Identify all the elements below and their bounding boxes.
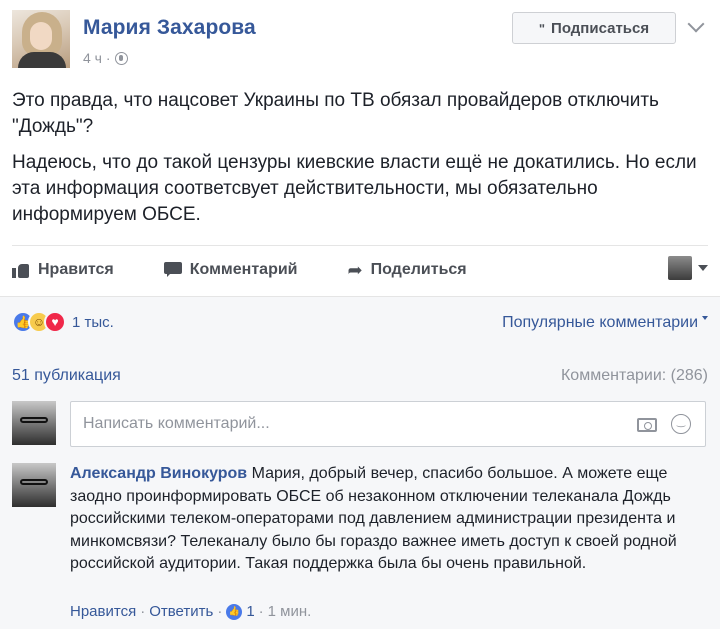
separator-dot: ·	[140, 603, 146, 620]
comment-like-link[interactable]: Нравится	[70, 603, 136, 620]
comment-actions: Нравится · Ответить · 👍 1 · 1 мин.	[70, 603, 311, 620]
chevron-down-icon[interactable]	[687, 15, 705, 33]
comment-input-placeholder: Написать комментарий...	[83, 415, 270, 432]
divider	[12, 245, 708, 246]
post-paragraph-1: Это правда, что нацсовет Украины по ТВ о…	[12, 90, 659, 137]
reactions-count[interactable]: 1 тыс.	[72, 314, 114, 331]
rss-icon: ʺ	[538, 20, 546, 36]
sort-caret-icon[interactable]	[702, 316, 708, 320]
post-meta: 4 ч ·	[83, 50, 128, 66]
caret-down-icon	[698, 265, 708, 271]
share-button[interactable]: ➦ Поделиться	[348, 261, 467, 279]
reactions-summary[interactable]: 👍 ☺ ♥ 1 тыс.	[12, 311, 114, 333]
actor-avatar	[668, 256, 692, 280]
like-reaction-icon: 👍	[226, 603, 243, 620]
commenter-name[interactable]: Александр Винокуров	[70, 465, 247, 482]
comment-time[interactable]: 1 мин.	[268, 603, 312, 620]
actor-selector[interactable]	[668, 256, 708, 280]
comment-reply-link[interactable]: Ответить	[149, 603, 213, 620]
shares-count[interactable]: 51 публикация	[12, 367, 121, 384]
globe-icon[interactable]	[114, 51, 128, 65]
comment-sort-link[interactable]: Популярные комментарии	[502, 314, 698, 332]
share-arrow-icon: ➦	[347, 260, 363, 280]
comments-count[interactable]: Комментарии: (286)	[561, 367, 708, 385]
emoji-icon[interactable]: ‿	[671, 414, 691, 434]
comment-button[interactable]: Комментарий	[163, 261, 298, 279]
author-avatar[interactable]	[12, 10, 70, 68]
comment-label: Комментарий	[189, 261, 298, 278]
subscribe-label: Подписаться	[551, 19, 650, 37]
post-author-name[interactable]: Мария Захарова	[83, 16, 256, 40]
like-button[interactable]: Нравится	[12, 261, 114, 279]
feedback-section: 👍 ☺ ♥ 1 тыс. Популярные комментарии 51 п…	[0, 296, 720, 629]
like-label: Нравится	[38, 261, 114, 278]
thumbs-up-icon	[12, 262, 30, 278]
stats-row: 51 публикация Комментарии: (286)	[12, 367, 708, 385]
separator-dot: ·	[217, 603, 223, 620]
comment-icon	[163, 262, 182, 278]
subscribe-button[interactable]: ʺ Подписаться	[512, 12, 676, 44]
separator-dot: ·	[258, 603, 264, 620]
post-actions-bar: Нравится Комментарий ➦ Поделиться	[12, 252, 708, 288]
post-paragraph-2: Надеюсь, что до такой цензуры киевские в…	[12, 152, 697, 225]
comment-input[interactable]: Написать комментарий... ‿	[70, 401, 706, 447]
comment-body: Александр Винокуров Мария, добрый вечер,…	[70, 463, 710, 576]
love-reaction-icon: ♥	[44, 311, 66, 333]
share-label: Поделиться	[370, 261, 467, 278]
composer-avatar	[12, 401, 56, 445]
camera-icon[interactable]	[637, 418, 657, 432]
comment-like-count[interactable]: 1	[246, 603, 254, 620]
post-header: Мария Захарова 4 ч · ʺ Подписаться	[12, 10, 712, 70]
post-time[interactable]: 4 ч ·	[83, 50, 111, 66]
commenter-avatar[interactable]	[12, 463, 56, 507]
